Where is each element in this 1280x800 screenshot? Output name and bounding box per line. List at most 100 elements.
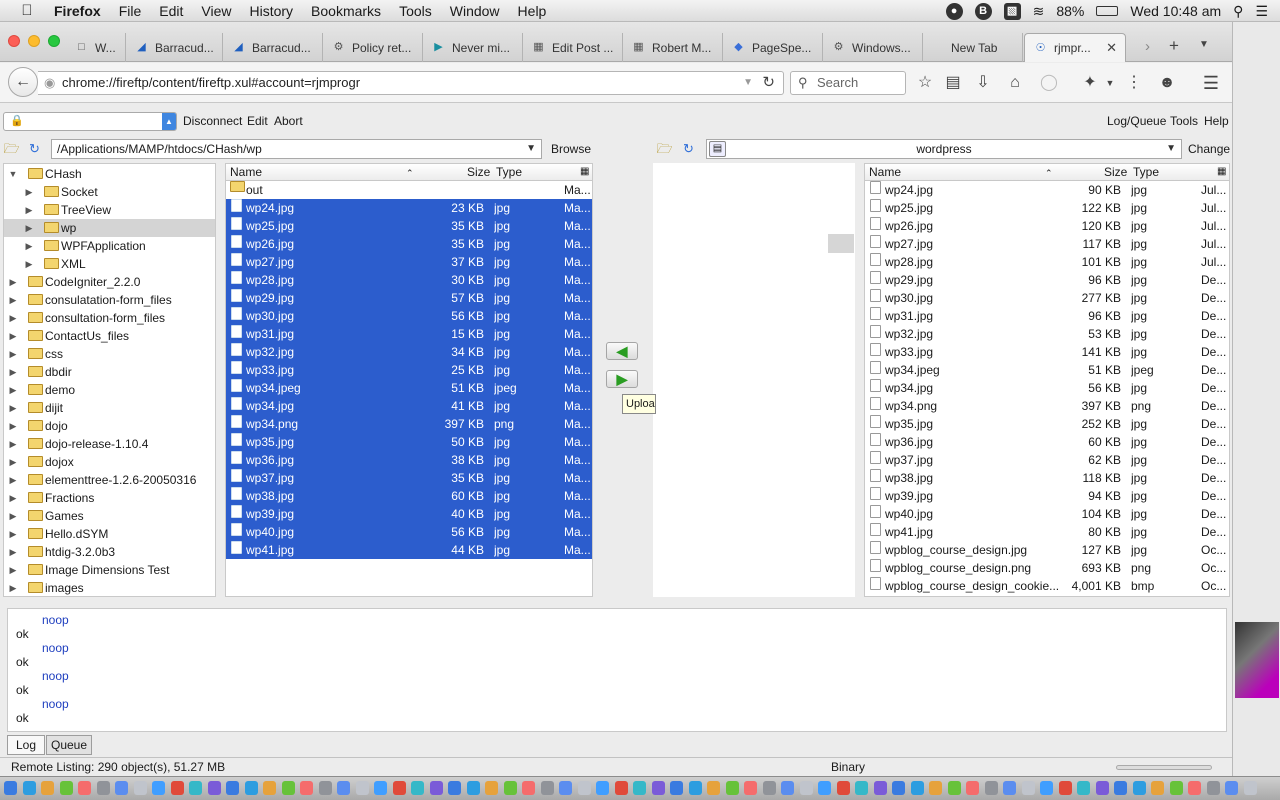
file-row[interactable]: wp29.jpg 57 KB jpg Ma... xyxy=(226,289,592,307)
tree-item[interactable]: ▶ Image Dimensions Test xyxy=(4,561,215,579)
download-icon[interactable]: ⇩ xyxy=(973,73,993,93)
transfer-mode[interactable]: Binary xyxy=(831,758,865,776)
file-row[interactable]: wp36.jpg 38 KB jpg Ma... xyxy=(226,451,592,469)
dock-app-icon[interactable] xyxy=(1040,781,1053,795)
remote-file-list[interactable]: Name ⌃ Size Type ▦ wp24.jpg 90 KB jpg Jul..… xyxy=(864,163,1230,597)
dock-app-icon[interactable] xyxy=(170,781,184,795)
edit-button[interactable]: Edit xyxy=(247,114,268,128)
dock-app-icon[interactable] xyxy=(762,781,776,795)
tab-queue[interactable]: Queue xyxy=(46,735,92,755)
dock-app-icon[interactable] xyxy=(78,781,91,795)
dock-app-icon[interactable] xyxy=(910,781,924,795)
dock-app-icon[interactable] xyxy=(1021,781,1035,795)
col-size-header[interactable]: Size xyxy=(467,164,490,180)
back-button[interactable]: ← xyxy=(8,67,38,97)
file-row[interactable]: wp29.jpg 96 KB jpg De... xyxy=(865,271,1229,289)
collapsed-triangle-icon[interactable]: ▶ xyxy=(8,417,18,435)
tree-item[interactable]: ▶ XML xyxy=(4,255,215,273)
tab-3[interactable]: ◢ Barracud... xyxy=(223,33,323,62)
collapsed-triangle-icon[interactable]: ▶ xyxy=(24,255,34,273)
dock-app-icon[interactable] xyxy=(892,781,905,795)
collapsed-triangle-icon[interactable]: ▶ xyxy=(8,471,18,489)
search-input[interactable]: ⚲ Search xyxy=(790,71,906,95)
tree-item[interactable]: ▶ Fractions xyxy=(4,489,215,507)
col-type-header[interactable]: Type xyxy=(1133,164,1159,180)
tab-active-fireftp[interactable]: ☉ rjmpr... ✕ xyxy=(1024,33,1126,62)
collapsed-triangle-icon[interactable]: ▶ xyxy=(24,237,34,255)
tab-1[interactable]: □ W... xyxy=(66,33,126,62)
dock-app-icon[interactable] xyxy=(1206,781,1220,795)
collapsed-triangle-icon[interactable]: ▶ xyxy=(8,561,18,579)
menu-tools[interactable]: Tools xyxy=(399,3,432,19)
tree-item[interactable]: ▶ dojox xyxy=(4,453,215,471)
file-row[interactable]: wp34.jpg 56 KB jpg De... xyxy=(865,379,1229,397)
tree-item[interactable]: ▶ ContactUs_files xyxy=(4,327,215,345)
scroll-tabs-right-icon[interactable]: › xyxy=(1145,38,1150,55)
dock-app-icon[interactable] xyxy=(226,781,239,795)
dock-app-icon[interactable] xyxy=(448,781,461,795)
upload-arrow-button[interactable]: ▶ xyxy=(606,370,638,388)
download-arrow-button[interactable]: ◀ xyxy=(606,342,638,360)
dock-app-icon[interactable] xyxy=(1243,781,1257,795)
file-row[interactable]: out Ma... xyxy=(226,181,592,199)
file-row[interactable]: wp26.jpg 35 KB jpg Ma... xyxy=(226,235,592,253)
dock-app-icon[interactable] xyxy=(466,781,480,795)
file-row[interactable]: wp32.jpg 34 KB jpg Ma... xyxy=(226,343,592,361)
file-row[interactable]: wp40.jpg 104 KB jpg De... xyxy=(865,505,1229,523)
file-row[interactable]: wp30.jpg 56 KB jpg Ma... xyxy=(226,307,592,325)
resize-handle[interactable] xyxy=(828,234,854,253)
dock-app-icon[interactable] xyxy=(799,781,813,795)
file-row[interactable]: wp35.jpg 50 KB jpg Ma... xyxy=(226,433,592,451)
dock-app-icon[interactable] xyxy=(318,781,332,795)
dock-app-icon[interactable] xyxy=(596,781,609,795)
dock-app-icon[interactable] xyxy=(577,781,591,795)
tree-item[interactable]: ▶ Games xyxy=(4,507,215,525)
tab-log[interactable]: Log xyxy=(7,735,45,755)
tab-4[interactable]: ⚙ Policy ret... xyxy=(323,33,423,62)
collapsed-triangle-icon[interactable]: ▶ xyxy=(8,363,18,381)
apple-icon[interactable]:  xyxy=(16,2,38,19)
file-row[interactable]: wp31.jpg 15 KB jpg Ma... xyxy=(226,325,592,343)
dock-app-icon[interactable] xyxy=(392,781,406,795)
collapsed-triangle-icon[interactable]: ▶ xyxy=(24,201,34,219)
dock-app-icon[interactable] xyxy=(41,781,54,795)
local-up-folder-icon[interactable]: 🗁 xyxy=(3,141,20,156)
dock-app-icon[interactable] xyxy=(22,781,36,795)
column-picker-icon[interactable]: ▦ xyxy=(580,164,589,180)
file-row[interactable]: wp41.jpg 44 KB jpg Ma... xyxy=(226,541,592,559)
tray-b-icon[interactable]: B xyxy=(974,2,992,20)
menu-edit[interactable]: Edit xyxy=(159,3,183,19)
dock-app-icon[interactable] xyxy=(540,781,554,795)
dock-app-icon[interactable] xyxy=(59,781,73,795)
collapsed-triangle-icon[interactable]: ▶ xyxy=(24,183,34,201)
remote-refresh-icon[interactable]: ↻ xyxy=(680,141,697,156)
tree-item[interactable]: ▶ dbdir xyxy=(4,363,215,381)
col-name-header[interactable]: Name xyxy=(230,164,262,180)
tree-item[interactable]: ▶ consulatation-form_files xyxy=(4,291,215,309)
help-button[interactable]: Help xyxy=(1204,114,1229,128)
collapsed-triangle-icon[interactable]: ▶ xyxy=(8,273,18,291)
tree-item[interactable]: ▶ TreeView xyxy=(4,201,215,219)
dock-app-icon[interactable] xyxy=(189,781,202,795)
bookmark-star-icon[interactable]: ☆ xyxy=(915,73,935,93)
clipboard-icon[interactable]: ▤ xyxy=(943,73,963,93)
dock-app-icon[interactable] xyxy=(1077,781,1090,795)
tree-item[interactable]: ▶ Hello.dSYM xyxy=(4,525,215,543)
file-row[interactable]: wp26.jpg 120 KB jpg Jul... xyxy=(865,217,1229,235)
tree-item[interactable]: ▶ demo xyxy=(4,381,215,399)
dock-app-icon[interactable] xyxy=(244,781,258,795)
tab-7[interactable]: ▦ Robert M... xyxy=(623,33,723,62)
collapsed-triangle-icon[interactable]: ▶ xyxy=(8,435,18,453)
tab-new[interactable]: New Tab xyxy=(923,33,1023,62)
dock-app-icon[interactable] xyxy=(300,781,313,795)
file-row[interactable]: wp25.jpg 35 KB jpg Ma... xyxy=(226,217,592,235)
dock-app-icon[interactable] xyxy=(1114,781,1127,795)
dock-app-icon[interactable] xyxy=(1225,781,1238,795)
dots-icon[interactable]: ⋮ xyxy=(1124,73,1144,93)
file-row[interactable]: wp40.jpg 56 KB jpg Ma... xyxy=(226,523,592,541)
menu-view[interactable]: View xyxy=(201,3,231,19)
log-pane[interactable]: noop ok noop ok noop ok noop ok xyxy=(7,608,1227,732)
local-refresh-icon[interactable]: ↻ xyxy=(26,141,43,156)
clock[interactable]: Wed 10:48 am xyxy=(1130,3,1221,19)
collapsed-triangle-icon[interactable]: ▶ xyxy=(8,579,18,596)
